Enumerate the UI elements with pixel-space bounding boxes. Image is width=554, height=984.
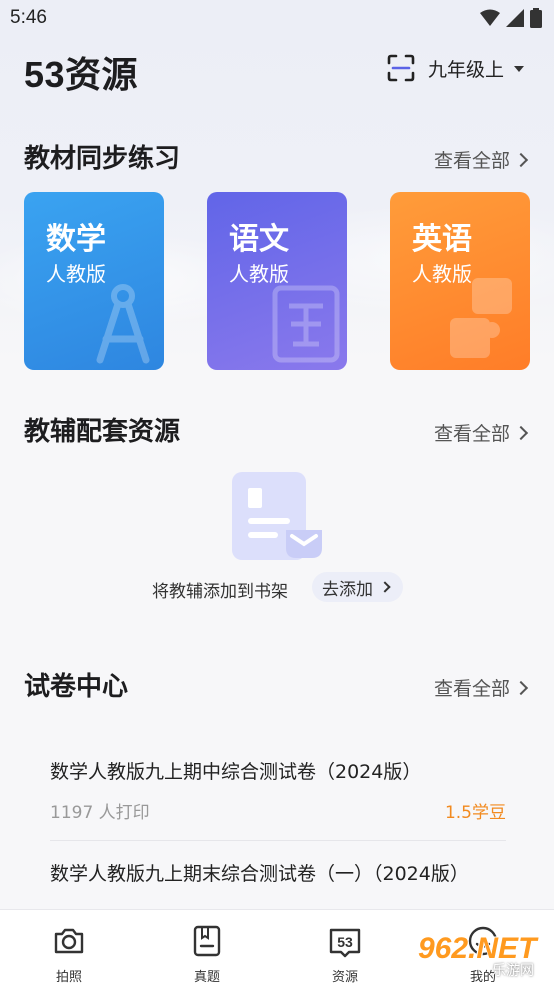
- grade-label: 九年级上: [428, 59, 505, 81]
- character-tile-icon: [272, 285, 340, 363]
- view-all-label: 查看全部: [433, 678, 510, 700]
- nav-item-resources[interactable]: 53 资源: [310, 924, 380, 984]
- nav-item-camera[interactable]: 拍照: [34, 924, 104, 984]
- card-edition: 人教版: [229, 262, 289, 286]
- nav-item-exams[interactable]: 真题: [172, 924, 242, 984]
- signal-icon: [506, 9, 524, 27]
- puzzle-letters-icon: [450, 278, 512, 358]
- book-icon: [193, 925, 221, 957]
- scan-icon[interactable]: [386, 53, 416, 83]
- card-subject: 语文: [229, 222, 289, 257]
- exam-section-title: 试卷中心: [24, 672, 129, 702]
- exam-list-item[interactable]: 数学人教版九上期中综合测试卷（2024版） 1197 人打印 1.5学豆: [50, 758, 506, 823]
- compass-icon: [96, 284, 150, 364]
- print-count: 1197 人打印: [50, 803, 150, 823]
- svg-text:53: 53: [337, 934, 353, 950]
- caret-down-icon: [514, 65, 525, 72]
- textbook-section-title: 教材同步练习: [24, 144, 181, 174]
- view-all-label: 查看全部: [433, 150, 510, 172]
- exam-title: 数学人教版九上期中综合测试卷（2024版）: [50, 761, 422, 783]
- nav-label: 真题: [193, 970, 220, 984]
- grade-selector[interactable]: 九年级上: [428, 55, 525, 82]
- exam-list-item[interactable]: 数学人教版九上期末综合测试卷（一）（2024版）: [50, 860, 506, 888]
- exam-title: 数学人教版九上期末综合测试卷（一）（2024版）: [50, 863, 469, 885]
- camera-icon: [54, 928, 84, 954]
- status-bar: 5:46: [0, 0, 554, 36]
- textbook-view-all-link[interactable]: 查看全部: [433, 146, 529, 173]
- card-subject: 数学: [46, 222, 106, 257]
- add-to-shelf-button[interactable]: 去添加: [312, 572, 403, 602]
- exam-view-all-link[interactable]: 查看全部: [433, 674, 529, 701]
- aux-view-all-link[interactable]: 查看全部: [433, 419, 529, 446]
- status-time: 5:46: [10, 7, 47, 28]
- wifi-icon: [480, 9, 500, 26]
- exam-price: 1.5学豆: [444, 803, 506, 823]
- battery-icon: [530, 8, 542, 28]
- exam-meta: 1197 人打印 1.5学豆: [50, 798, 506, 823]
- chevron-right-icon: [379, 581, 391, 593]
- aux-section-title: 教辅配套资源: [24, 417, 181, 447]
- textbook-card-chinese[interactable]: 语文 人教版: [207, 192, 347, 370]
- view-all-label: 查看全部: [433, 423, 510, 445]
- chevron-right-icon: [513, 152, 529, 167]
- watermark-subtitle: 乐游网: [492, 963, 534, 979]
- app-title: 53资源: [24, 54, 139, 95]
- textbook-card-english[interactable]: 英语 人教版: [390, 192, 530, 370]
- chevron-right-icon: [513, 425, 529, 440]
- chevron-right-icon: [513, 680, 529, 695]
- empty-bookshelf-illustration: [232, 472, 322, 560]
- card-subject: 英语: [412, 222, 472, 257]
- add-button-label: 去添加: [322, 579, 373, 600]
- 53-resource-icon: 53: [329, 928, 361, 958]
- textbook-card-math[interactable]: 数学 人教版: [24, 192, 164, 370]
- status-icons: [480, 8, 542, 28]
- nav-label: 拍照: [55, 970, 82, 984]
- empty-bookshelf-text: 将教辅添加到书架: [152, 582, 288, 602]
- card-edition: 人教版: [46, 262, 106, 286]
- list-divider: [50, 840, 506, 841]
- nav-label: 资源: [331, 970, 358, 984]
